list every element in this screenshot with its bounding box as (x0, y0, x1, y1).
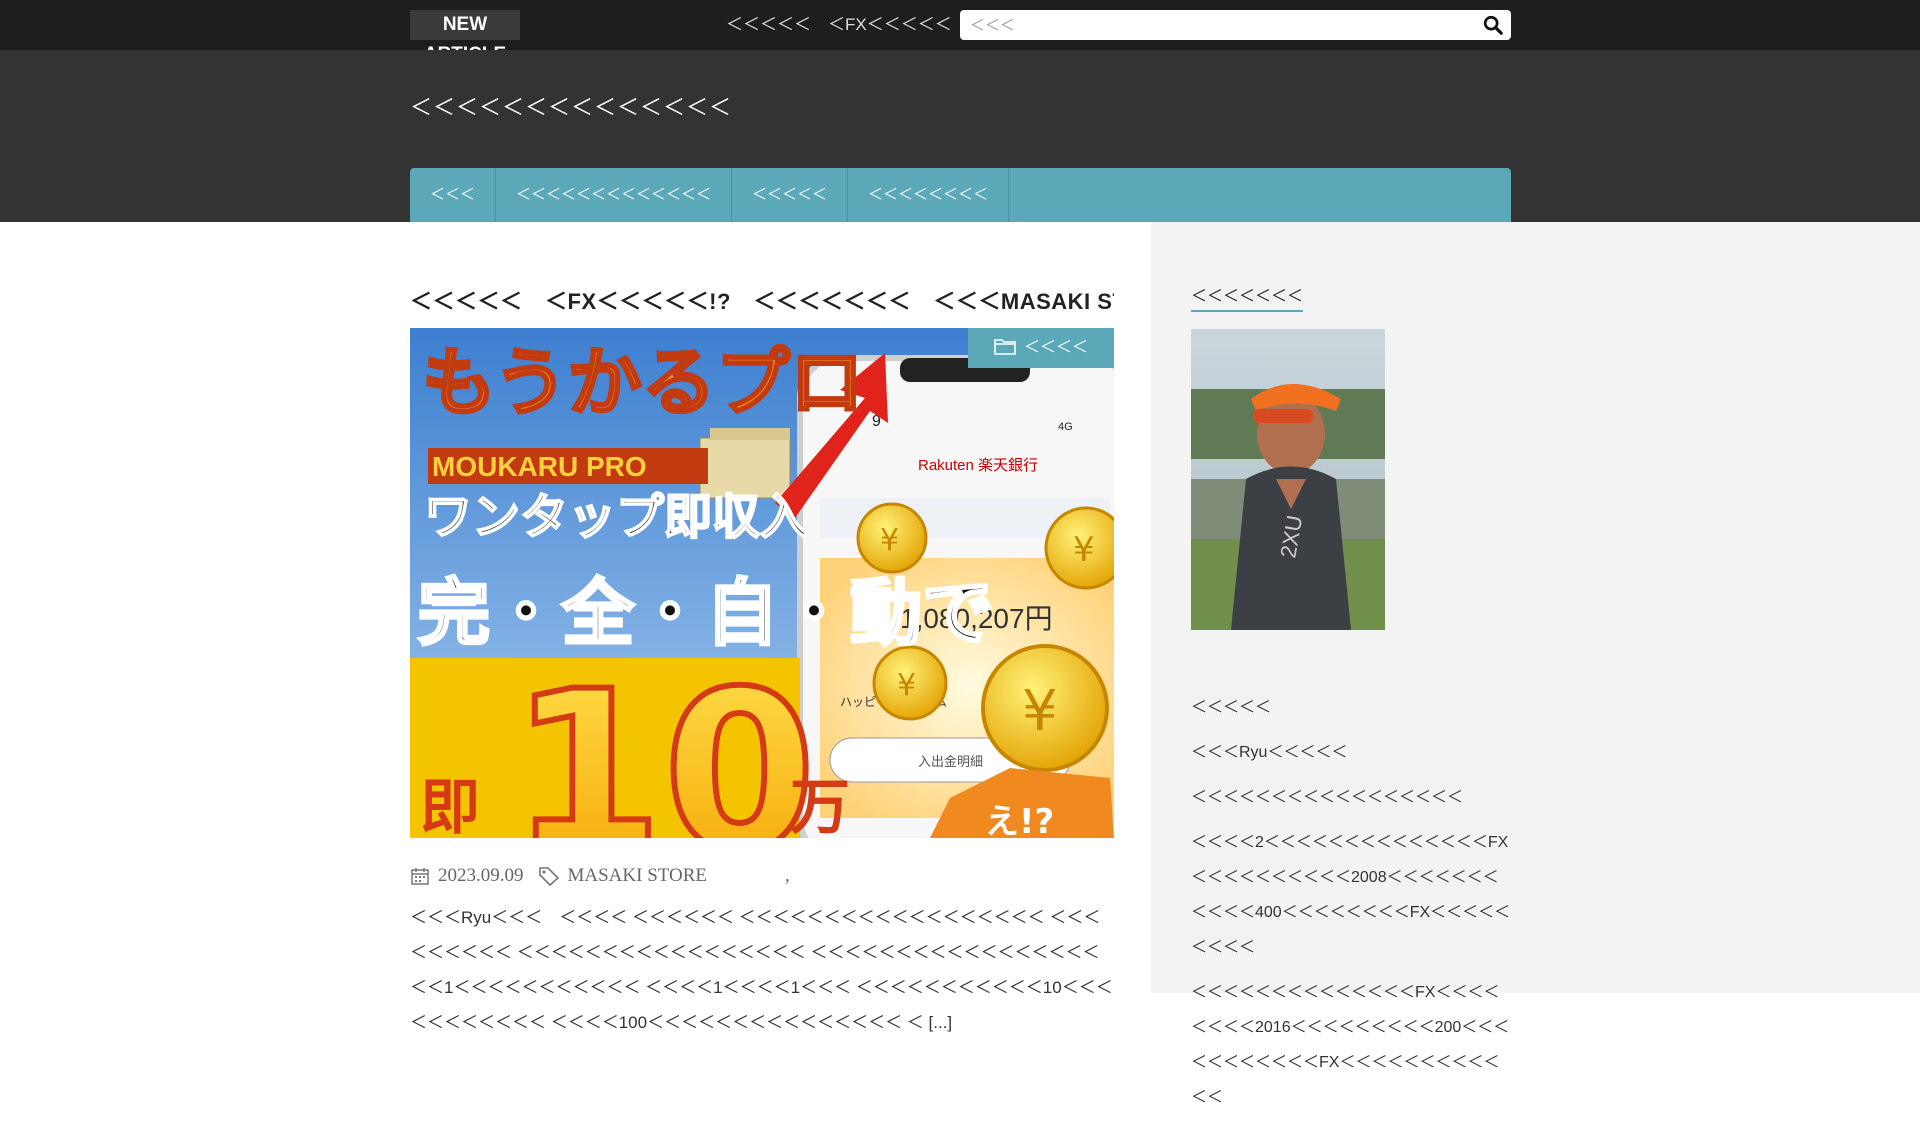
suffix-text: 万 (790, 773, 850, 838)
phone-signal: 4G (1058, 421, 1073, 433)
phone-button: 入出金明細 (918, 754, 983, 769)
logo-text: もうかるプロ (422, 340, 864, 426)
sidebar-link-3[interactable]: ＜＜＜＜＜＜＜＜＜＜＜＜＜＜＜＜＜ (1191, 780, 1511, 815)
sidebar: ＜＜＜＜＜＜＜ 2XU ＜＜＜＜＜ ＜＜＜Ryu＜＜＜＜＜ ＜＜＜＜＜＜＜＜＜＜… (1151, 222, 1920, 1106)
sidebar-links: ＜＜＜＜＜ ＜＜＜Ryu＜＜＜＜＜ ＜＜＜＜＜＜＜＜＜＜＜＜＜＜＜＜＜ ＜＜＜＜… (1191, 690, 1511, 1125)
article-excerpt: ＜＜＜Ryu＜＜＜ ＜＜＜＜ ＜＜＜＜＜＜ ＜＜＜＜＜＜＜＜＜＜＜＜＜＜＜＜＜＜… (410, 908, 1113, 1032)
main-nav: ＜＜＜ ＜＜＜＜＜＜＜＜＜＜＜＜＜ ＜＜＜＜＜ ＜＜＜＜＜＜＜＜ (410, 168, 1511, 222)
article-title[interactable]: ＜＜＜＜＜ ＜FX＜＜＜＜＜!? ＜＜＜＜＜＜＜ ＜＜＜MASAKI STORE… (410, 284, 1114, 316)
category-label: ＜＜＜＜ (1023, 339, 1088, 356)
post-date: 2023.09.09 (438, 865, 524, 886)
new-article-ticker[interactable]: ＜＜＜＜＜ ＜FX＜＜＜＜＜!? ＜＜＜＜＜＜ (726, 12, 950, 38)
svg-text:¥: ¥ (897, 668, 916, 703)
headline-text: 完・全・自・動で (418, 571, 994, 655)
post-tag-link[interactable]: MASAKI STORE (568, 865, 708, 887)
nav-item-4[interactable]: ＜＜＜＜＜＜＜＜ (848, 168, 1010, 222)
tag-icon (538, 867, 559, 886)
sidebar-link-2[interactable]: ＜＜＜Ryu＜＜＜＜＜ (1191, 735, 1511, 770)
sidebar-link-1[interactable]: ＜＜＜＜＜ (1191, 690, 1511, 725)
new-article-label: NEW ARTICLE (410, 10, 520, 65)
search-box (960, 10, 1511, 40)
nav-item-home[interactable]: ＜＜＜ (410, 168, 497, 222)
tag-separator: , (785, 865, 790, 886)
site-header: ＜＜＜＜＜＜＜＜＜＜＜＜＜＜ ＜＜＜ ＜＜＜＜＜＜＜＜＜＜＜＜＜ ＜＜＜＜＜ ＜… (0, 50, 1920, 222)
new-article-line1: NEW (442, 14, 488, 35)
nav-item-3[interactable]: ＜＜＜＜＜ (732, 168, 849, 222)
search-input[interactable] (970, 14, 1470, 36)
category-badge[interactable]: ＜＜＜＜ (968, 328, 1114, 368)
nav-item-2[interactable]: ＜＜＜＜＜＜＜＜＜＜＜＜＜ (496, 168, 733, 222)
sidebar-link-5[interactable]: ＜＜＜＜＜＜＜＜＜＜＜＜＜＜FX＜＜＜＜＜＜＜＜2016＜＜＜＜＜＜＜＜＜200… (1191, 975, 1511, 1115)
sidebar-heading: ＜＜＜＜＜＜＜ (1191, 282, 1304, 312)
prefix-text: 即 (420, 773, 480, 838)
search-icon[interactable] (1481, 14, 1505, 36)
profile-photo: 2XU (1191, 329, 1385, 630)
top-bar: NEW ARTICLE ＜＜＜＜＜ ＜FX＜＜＜＜＜!? ＜＜＜＜＜＜ (0, 0, 1920, 65)
svg-text:¥: ¥ (1022, 679, 1058, 744)
tagline-text: ワンタップ即収入 (424, 489, 808, 545)
calendar-icon (411, 868, 429, 885)
article-thumbnail[interactable]: ＜＜＜＜ 9 4G Rakuten 楽天銀行 1,080,207円 入出金明細 … (410, 328, 1114, 838)
site-title[interactable]: ＜＜＜＜＜＜＜＜＜＜＜＜＜＜ (410, 90, 732, 122)
big-number-text: 10 (510, 644, 816, 838)
brand-text: MOUKARU PRO (432, 451, 647, 482)
thumbnail-art: 9 4G Rakuten 楽天銀行 1,080,207円 ハッピープログラム 入… (410, 328, 1114, 838)
folder-icon (994, 339, 1016, 355)
sidebar-link-4[interactable]: ＜＜＜＜2＜＜＜＜＜＜＜＜＜＜＜＜＜＜FX＜＜＜＜＜＜＜＜＜＜2008＜＜＜＜＜… (1191, 825, 1511, 965)
phone-bank-name: Rakuten 楽天銀行 (918, 457, 1038, 474)
article-meta: 2023.09.09 MASAKI STORE , (410, 864, 1114, 888)
svg-text:¥: ¥ (880, 523, 899, 558)
exclaim-text: え!? (985, 802, 1054, 838)
svg-text:¥: ¥ (1073, 530, 1095, 570)
